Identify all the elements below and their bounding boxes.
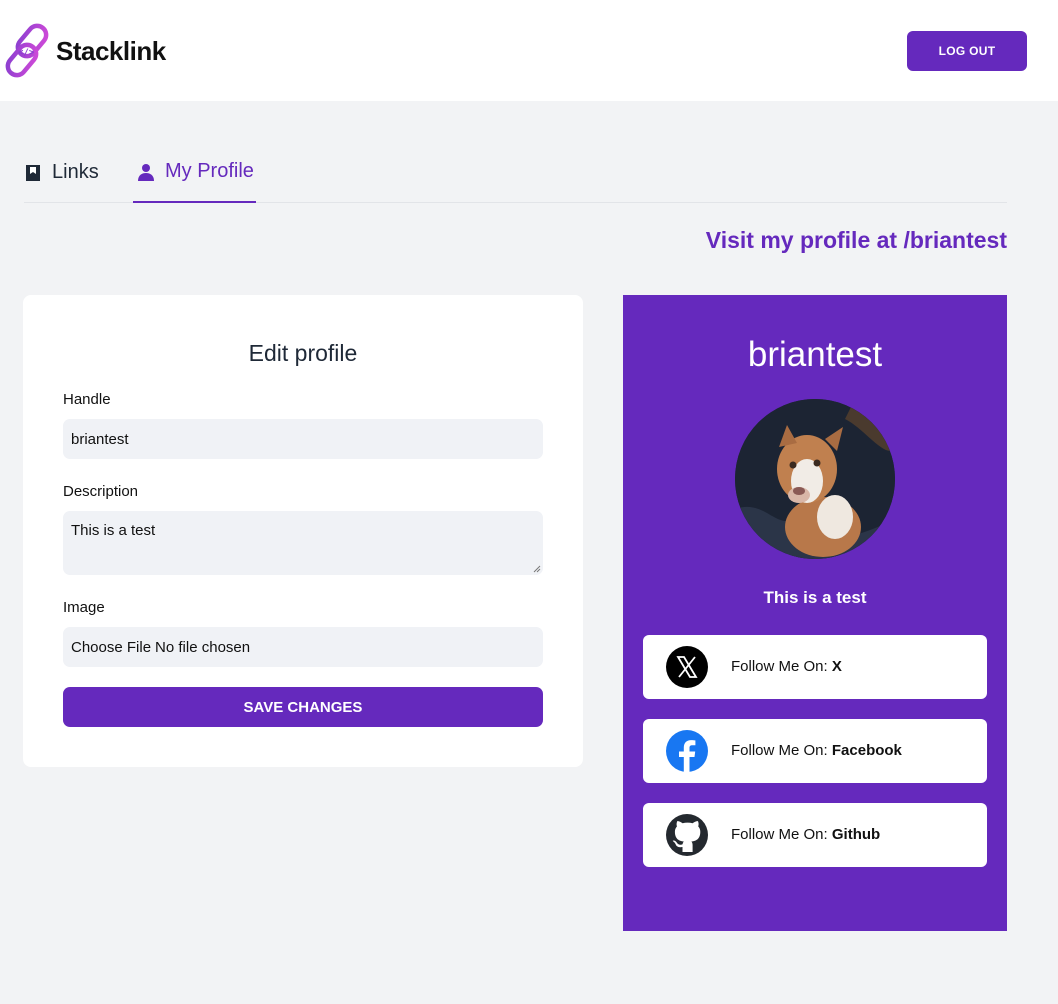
preview-description: This is a test: [763, 588, 867, 607]
file-status: No file chosen: [155, 638, 251, 656]
description-textarea[interactable]: This is a test: [63, 511, 543, 575]
avatar: [735, 399, 895, 559]
chain-link-logo-icon: </>: [5, 23, 49, 78]
tab-my-profile[interactable]: My Profile: [133, 148, 256, 203]
social-x-prefix: Follow Me On:: [731, 658, 828, 675]
bookmark-icon: [26, 164, 40, 181]
tab-bar: Links My Profile: [24, 148, 1007, 203]
tab-my-profile-label: My Profile: [165, 160, 254, 182]
social-link-github[interactable]: Follow Me On: Github: [643, 803, 987, 867]
edit-profile-title: Edit profile: [248, 340, 358, 366]
social-link-facebook[interactable]: Follow Me On: Facebook: [643, 719, 987, 783]
edit-profile-card: Edit profile Handle briantest Descriptio…: [23, 295, 583, 767]
description-textarea-value: This is a test: [71, 522, 156, 539]
tab-links-label: Links: [52, 161, 99, 183]
resize-handle-icon[interactable]: [533, 565, 541, 573]
social-github-prefix: Follow Me On:: [731, 826, 828, 843]
preview-handle: briantest: [747, 335, 883, 374]
x-icon: [666, 646, 708, 688]
description-label: Description: [63, 483, 139, 500]
image-label: Image: [63, 599, 105, 616]
choose-file-button[interactable]: Choose File: [71, 639, 151, 656]
top-header: </> Stacklink LOG OUT: [0, 0, 1058, 101]
dog-photo-image: [735, 399, 895, 559]
handle-label: Handle: [63, 391, 111, 408]
logout-button[interactable]: LOG OUT: [907, 31, 1027, 71]
brand-name: Stacklink: [56, 35, 166, 66]
handle-input[interactable]: briantest: [63, 419, 543, 459]
profile-preview: briantest This is a test Follow Me On: X: [623, 295, 1007, 931]
visit-profile-link[interactable]: Visit my profile at /briantest: [706, 227, 1007, 254]
save-changes-button[interactable]: SAVE CHANGES: [63, 687, 543, 727]
svg-text:</>: </>: [18, 48, 35, 58]
brand-logo[interactable]: </> Stacklink: [4, 22, 166, 80]
handle-input-value: briantest: [71, 430, 129, 448]
social-facebook-prefix: Follow Me On:: [731, 742, 828, 759]
tab-links[interactable]: Links: [24, 148, 99, 203]
social-link-x[interactable]: Follow Me On: X: [643, 635, 987, 699]
social-facebook-name: Facebook: [831, 742, 902, 759]
user-icon: [138, 163, 154, 181]
github-icon: [666, 814, 708, 856]
facebook-icon: [666, 730, 708, 772]
social-github-name: Github: [831, 826, 881, 843]
social-x-name: X: [831, 658, 842, 675]
image-file-input[interactable]: Choose File No file chosen: [63, 627, 543, 667]
